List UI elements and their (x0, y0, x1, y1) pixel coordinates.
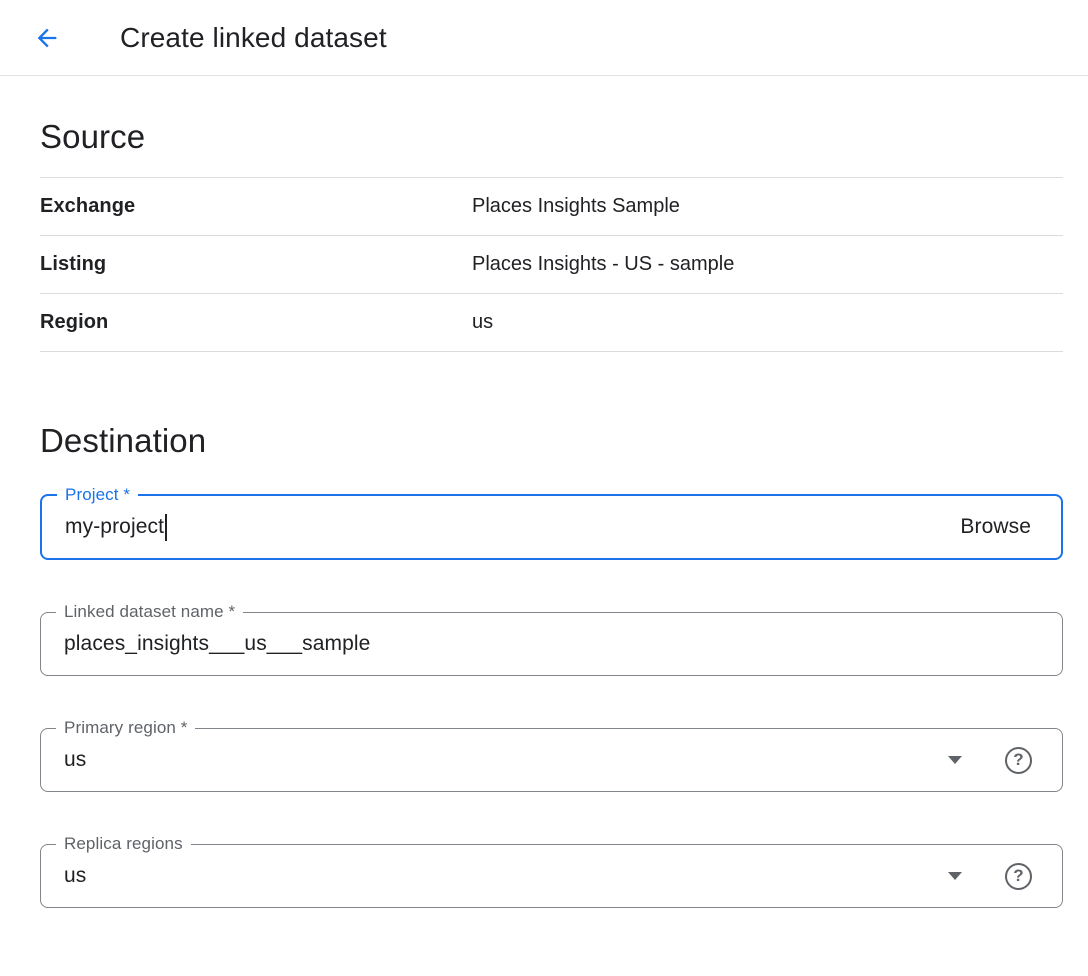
replica-regions-value: us (64, 864, 86, 888)
main-content: Source Exchange Places Insights Sample L… (0, 118, 1088, 908)
help-icon[interactable]: ? (1005, 863, 1032, 890)
replica-regions-field-group: Replica regions us ? (40, 844, 1063, 908)
source-info-table: Exchange Places Insights Sample Listing … (40, 177, 1063, 352)
linked-dataset-name-field[interactable]: Linked dataset name * places_insights___… (40, 612, 1063, 676)
replica-regions-select[interactable]: Replica regions us ? (40, 844, 1063, 908)
linked-dataset-name-field-group: Linked dataset name * places_insights___… (40, 612, 1063, 676)
listing-label: Listing (40, 253, 472, 276)
chevron-down-icon[interactable] (948, 872, 962, 880)
project-field[interactable]: Project * my-project Browse (40, 494, 1063, 560)
linked-dataset-name-input[interactable]: places_insights___us___sample (64, 632, 370, 656)
exchange-value: Places Insights Sample (472, 195, 680, 218)
text-cursor (165, 514, 167, 541)
table-row: Region us (40, 294, 1063, 352)
page-header: Create linked dataset (0, 0, 1088, 76)
help-icon[interactable]: ? (1005, 747, 1032, 774)
linked-dataset-name-label: Linked dataset name * (56, 602, 243, 622)
project-field-label: Project * (57, 485, 138, 505)
exchange-label: Exchange (40, 195, 472, 218)
listing-value: Places Insights - US - sample (472, 253, 734, 276)
back-button[interactable] (33, 18, 73, 58)
primary-region-field-group: Primary region * us ? (40, 728, 1063, 792)
chevron-down-icon[interactable] (948, 756, 962, 764)
source-heading: Source (40, 118, 1063, 156)
table-row: Exchange Places Insights Sample (40, 178, 1063, 236)
destination-heading: Destination (40, 422, 1063, 460)
primary-region-select[interactable]: Primary region * us ? (40, 728, 1063, 792)
arrow-back-icon (33, 24, 61, 52)
region-value: us (472, 311, 493, 334)
primary-region-label: Primary region * (56, 718, 195, 738)
project-field-group: Project * my-project Browse (40, 494, 1063, 560)
project-input[interactable]: my-project (65, 515, 164, 539)
page-title: Create linked dataset (120, 22, 387, 54)
region-label: Region (40, 311, 472, 334)
browse-button[interactable]: Browse (960, 515, 1031, 539)
primary-region-value: us (64, 748, 86, 772)
replica-regions-label: Replica regions (56, 834, 191, 854)
table-row: Listing Places Insights - US - sample (40, 236, 1063, 294)
